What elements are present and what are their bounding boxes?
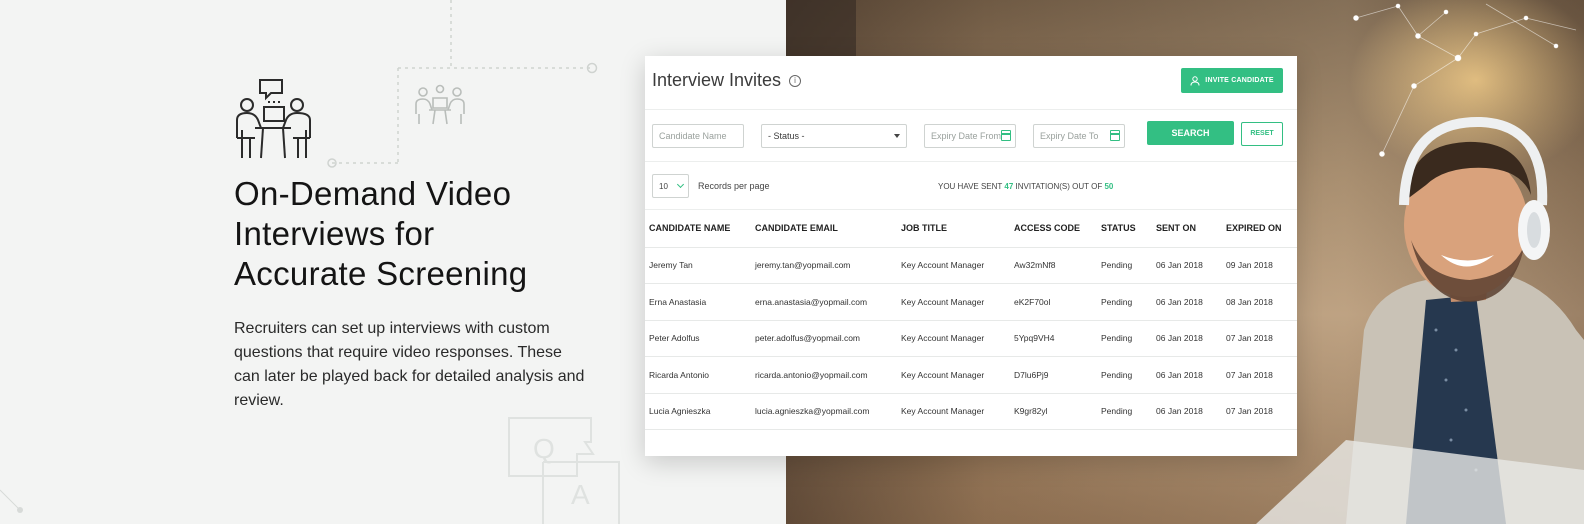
sent-total: 50: [1104, 182, 1114, 191]
qa-icon: Q A: [508, 417, 620, 524]
column-header-candidate-email[interactable]: CANDIDATE EMAIL: [755, 210, 901, 248]
column-header-sent-on[interactable]: SENT ON: [1156, 210, 1226, 248]
qa-letter-a: A: [571, 479, 590, 510]
invite-candidate-button[interactable]: INVITE CANDIDATE: [1181, 68, 1283, 93]
table-row[interactable]: Erna Anastasia erna.anastasia@yopmail.co…: [645, 283, 1297, 321]
column-header-status[interactable]: STATUS: [1101, 210, 1156, 248]
access-code-cell: Aw32mNf8: [1014, 247, 1101, 284]
chevron-down-icon: [676, 180, 685, 189]
candidate-name-cell: Jeremy Tan: [645, 247, 755, 284]
status-value: - Status -: [768, 131, 805, 141]
candidate-email-cell: jeremy.tan@yopmail.com: [755, 247, 901, 284]
sent-on-cell: 06 Jan 2018: [1156, 356, 1226, 394]
reset-button[interactable]: RESET: [1241, 122, 1283, 146]
page-title: Interview Invites: [652, 70, 782, 90]
expired-on-cell: 07 Jan 2018: [1226, 393, 1297, 430]
column-header-candidate-name[interactable]: CANDIDATE NAME: [645, 210, 755, 248]
candidate-email-cell: erna.anastasia@yopmail.com: [755, 283, 901, 321]
expired-on-cell: 09 Jan 2018: [1226, 247, 1297, 284]
candidate-name-cell: Ricarda Antonio: [645, 356, 755, 394]
qa-letter-q: Q: [533, 433, 555, 464]
access-code-cell: K9gr82yl: [1014, 393, 1101, 430]
calendar-icon[interactable]: [1110, 130, 1120, 141]
interview-meeting-icon: [236, 79, 311, 159]
sent-count: 47: [1004, 182, 1014, 191]
expired-on-cell: 07 Jan 2018: [1226, 320, 1297, 357]
status-cell: Pending: [1101, 283, 1156, 321]
job-title-cell: Key Account Manager: [901, 393, 1014, 430]
hero-title: On-Demand Video Interviews for Accurate …: [234, 175, 528, 292]
status-cell: Pending: [1101, 247, 1156, 284]
expired-on-cell: 07 Jan 2018: [1226, 356, 1297, 394]
records-per-page-value: 10: [659, 182, 668, 191]
candidate-name-input[interactable]: Candidate Name: [652, 124, 744, 148]
job-title-cell: Key Account Manager: [901, 320, 1014, 357]
table-row[interactable]: Peter Adolfus peter.adolfus@yopmail.com …: [645, 320, 1297, 357]
expiry-to-placeholder: Expiry Date To: [1040, 131, 1099, 141]
table-header-row: CANDIDATE NAME CANDIDATE EMAIL JOB TITLE…: [645, 210, 1297, 248]
interview-invites-card: Interview Invites i INVITE CANDIDATE Can…: [645, 56, 1297, 456]
records-per-page-label: Records per page: [698, 181, 770, 191]
expiry-from-placeholder: Expiry Date From: [931, 131, 1002, 141]
status-cell: Pending: [1101, 320, 1156, 357]
column-header-access-code[interactable]: ACCESS CODE: [1014, 210, 1101, 248]
table-row[interactable]: Ricarda Antonio ricarda.antonio@yopmail.…: [645, 356, 1297, 394]
expiry-date-from-input[interactable]: Expiry Date From: [924, 124, 1016, 148]
job-title-cell: Key Account Manager: [901, 356, 1014, 394]
column-header-expired-on[interactable]: EXPIRED ON: [1226, 210, 1297, 248]
card-header: Interview Invites i INVITE CANDIDATE: [645, 56, 1297, 110]
filter-bar: Candidate Name - Status - Expiry Date Fr…: [645, 110, 1297, 162]
sent-prefix: YOU HAVE SENT: [938, 182, 1003, 191]
expiry-date-to-input[interactable]: Expiry Date To: [1033, 124, 1125, 148]
candidate-name-cell: Erna Anastasia: [645, 283, 755, 321]
column-header-job-title[interactable]: JOB TITLE: [901, 210, 1014, 248]
access-code-cell: 5Ypq9VH4: [1014, 320, 1101, 357]
expired-on-cell: 08 Jan 2018: [1226, 283, 1297, 321]
candidate-name-placeholder: Candidate Name: [659, 131, 727, 141]
sent-on-cell: 06 Jan 2018: [1156, 247, 1226, 284]
status-select[interactable]: - Status -: [761, 124, 907, 148]
sent-on-cell: 06 Jan 2018: [1156, 283, 1226, 321]
user-add-icon: [1190, 75, 1200, 86]
caret-down-icon: [894, 134, 900, 138]
table-row[interactable]: Jeremy Tan jeremy.tan@yopmail.com Key Ac…: [645, 247, 1297, 284]
candidate-email-cell: peter.adolfus@yopmail.com: [755, 320, 901, 357]
sent-on-cell: 06 Jan 2018: [1156, 393, 1226, 430]
invites-table: CANDIDATE NAME CANDIDATE EMAIL JOB TITLE…: [645, 210, 1297, 430]
candidate-name-cell: Lucia Agnieszka: [645, 393, 755, 430]
status-cell: Pending: [1101, 393, 1156, 430]
sent-middle: INVITATION(S) OUT OF: [1015, 182, 1103, 191]
invite-candidate-label: INVITE CANDIDATE: [1205, 77, 1274, 84]
candidate-name-cell: Peter Adolfus: [645, 320, 755, 357]
records-bar: 10 Records per page YOU HAVE SENT 47 INV…: [645, 162, 1297, 210]
hero-description: Recruiters can set up interviews with cu…: [234, 320, 585, 409]
meeting-small-icon: [415, 84, 465, 125]
job-title-cell: Key Account Manager: [901, 247, 1014, 284]
calendar-icon[interactable]: [1001, 130, 1011, 141]
candidate-email-cell: ricarda.antonio@yopmail.com: [755, 356, 901, 394]
access-code-cell: D7lu6Pj9: [1014, 356, 1101, 394]
invitations-sent-summary: YOU HAVE SENT 47 INVITATION(S) OUT OF 50: [938, 182, 1113, 191]
candidate-email-cell: lucia.agnieszka@yopmail.com: [755, 393, 901, 430]
info-icon[interactable]: i: [789, 75, 801, 87]
status-cell: Pending: [1101, 356, 1156, 394]
access-code-cell: eK2F70ol: [1014, 283, 1101, 321]
search-button[interactable]: SEARCH: [1147, 121, 1234, 145]
records-per-page-select[interactable]: 10: [652, 174, 689, 198]
table-row[interactable]: Lucia Agnieszka lucia.agnieszka@yopmail.…: [645, 393, 1297, 430]
sent-on-cell: 06 Jan 2018: [1156, 320, 1226, 357]
job-title-cell: Key Account Manager: [901, 283, 1014, 321]
